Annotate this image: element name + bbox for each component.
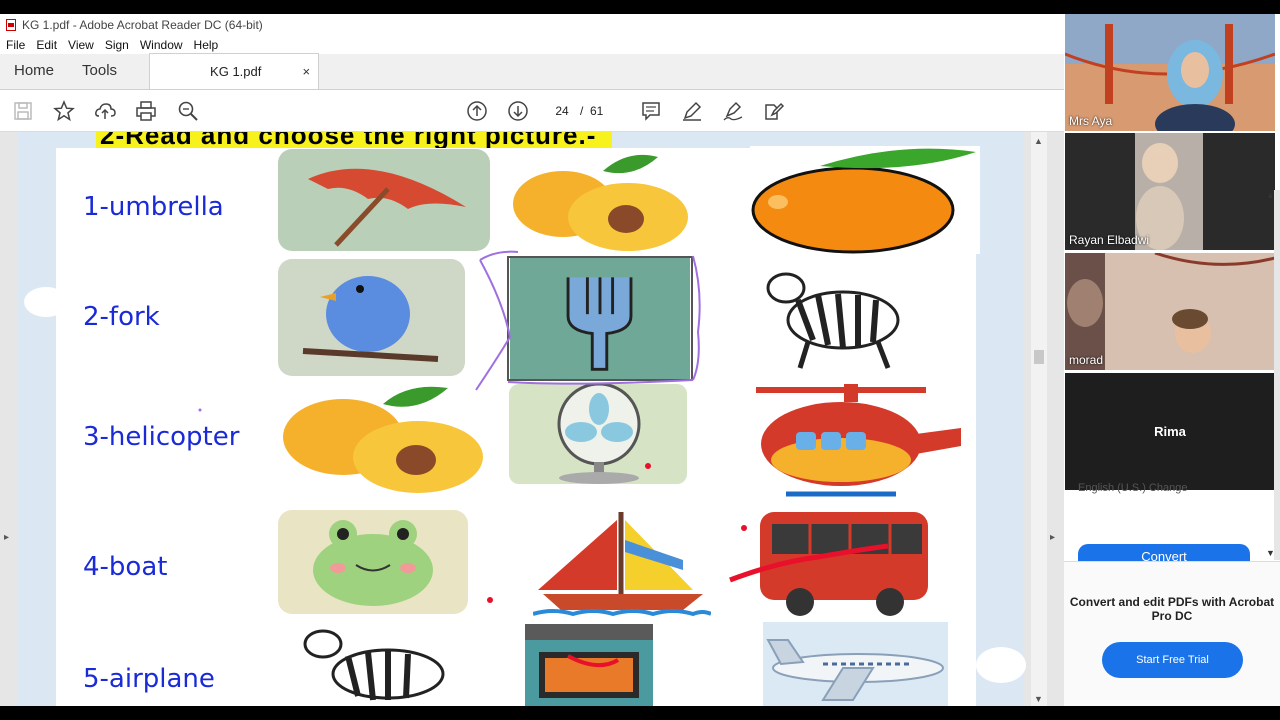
tab-document[interactable]: KG 1.pdf × (149, 53, 320, 89)
start-free-trial-button[interactable]: Start Free Trial (1102, 642, 1243, 678)
menu-help[interactable]: Help (194, 38, 219, 52)
participant-tile[interactable]: morad (1065, 253, 1275, 370)
language-setting-text: English (U.S.) Change (1078, 482, 1188, 494)
oven-picture[interactable] (523, 622, 655, 706)
document-viewer[interactable]: 2-Read and choose the right picture.- 1-… (0, 132, 1064, 706)
menu-file[interactable]: File (6, 38, 25, 52)
participant-tile[interactable]: Rayan Elbadwi (1065, 133, 1275, 250)
scroll-down-icon[interactable]: ▼ (1034, 694, 1043, 704)
title-bar: KG 1.pdf - Adobe Acrobat Reader DC (64-b… (0, 14, 1064, 36)
right-panel-scrollbar[interactable] (1274, 190, 1280, 560)
participant-name: Rayan Elbadwi (1069, 233, 1150, 247)
next-page-icon[interactable] (507, 100, 529, 122)
participant-tile[interactable]: Mrs Aya (1065, 14, 1275, 131)
upload-cloud-icon[interactable] (94, 100, 116, 122)
word-helicopter: 3-helicopter (83, 422, 240, 452)
tab-home[interactable]: Home (0, 53, 68, 89)
zoom-search-icon[interactable] (177, 100, 199, 122)
window-title: KG 1.pdf - Adobe Acrobat Reader DC (64-b… (22, 18, 263, 32)
right-panel-scroll-up-icon[interactable]: ▲ (1266, 190, 1275, 200)
bird-picture[interactable] (278, 259, 465, 376)
boat-picture[interactable] (533, 510, 711, 620)
worksheet-heading: 2-Read and choose the right picture.- (96, 132, 612, 148)
fill-sign-icon[interactable] (763, 100, 785, 122)
menu-window[interactable]: Window (140, 38, 183, 52)
save-icon[interactable] (12, 100, 34, 122)
toolbar: 24 / 61 (0, 90, 1064, 132)
total-pages: 61 (590, 104, 604, 118)
scroll-thumb[interactable] (1034, 350, 1044, 364)
fork-picture[interactable] (507, 256, 693, 381)
umbrella-picture[interactable] (278, 149, 490, 251)
highlight-pen-icon[interactable] (681, 100, 703, 122)
acrobat-window: KG 1.pdf - Adobe Acrobat Reader DC (64-b… (0, 14, 1064, 706)
right-panel-scroll-down-icon[interactable]: ▼ (1266, 548, 1275, 558)
close-tab-icon[interactable]: × (302, 64, 310, 79)
participant-name: Rima (1154, 423, 1186, 439)
menu-sign[interactable]: Sign (105, 38, 129, 52)
tab-bar: Home Tools KG 1.pdf × (0, 53, 1064, 90)
acrobat-pdf-icon (6, 19, 16, 31)
scroll-up-icon[interactable]: ▲ (1034, 136, 1043, 146)
promo-text: Convert and edit PDFs with Acrobat Pro D… (1069, 595, 1275, 623)
word-airplane: 5-airplane (83, 664, 215, 694)
helicopter-picture[interactable] (756, 382, 966, 502)
word-fork: 2-fork (83, 302, 160, 332)
vertical-scrollbar[interactable]: ▲ ▼ (1031, 132, 1047, 706)
previous-page-icon[interactable] (466, 100, 488, 122)
fan-picture[interactable] (509, 384, 687, 484)
screen-bottom-border (0, 706, 1280, 720)
tab-document-label: KG 1.pdf (210, 64, 262, 79)
menu-edit[interactable]: Edit (36, 38, 57, 52)
menu-bar: File Edit View Sign Window Help (0, 36, 1064, 54)
participant-tile[interactable]: Rima (1065, 373, 1275, 490)
current-page-input[interactable]: 24 (548, 100, 576, 122)
word-umbrella: 1-umbrella (83, 192, 224, 222)
airplane-picture[interactable] (763, 622, 948, 706)
comment-icon[interactable] (640, 100, 662, 122)
peach-picture-1[interactable] (508, 149, 698, 251)
left-panel-toggle-icon[interactable]: ▸ (4, 532, 10, 543)
participant-name: Mrs Aya (1069, 114, 1113, 128)
page-decoration-cloud (976, 647, 1026, 683)
frog-picture[interactable] (278, 510, 468, 614)
screen-top-border (0, 0, 1280, 14)
bookmark-star-icon[interactable] (53, 100, 75, 122)
peach-picture-2[interactable] (278, 382, 488, 497)
bus-picture[interactable] (760, 510, 930, 618)
convert-button[interactable]: Convert (1078, 544, 1250, 562)
zebra-picture-2[interactable] (288, 624, 468, 706)
participant-name: morad (1069, 353, 1104, 367)
pdf-page: 2-Read and choose the right picture.- 1-… (18, 132, 1026, 706)
acrobat-pro-promo: Convert and edit PDFs with Acrobat Pro D… (1064, 561, 1280, 706)
orange-picture[interactable] (750, 146, 980, 254)
zebra-picture-1[interactable] (758, 260, 933, 372)
tab-tools[interactable]: Tools (68, 53, 131, 89)
print-icon[interactable] (135, 100, 157, 122)
word-boat: 4-boat (83, 552, 168, 582)
menu-view[interactable]: View (68, 38, 94, 52)
page-separator: / (580, 104, 584, 118)
sign-pen-icon[interactable] (722, 100, 744, 122)
right-panel-toggle-icon[interactable]: ▸ (1050, 532, 1055, 543)
